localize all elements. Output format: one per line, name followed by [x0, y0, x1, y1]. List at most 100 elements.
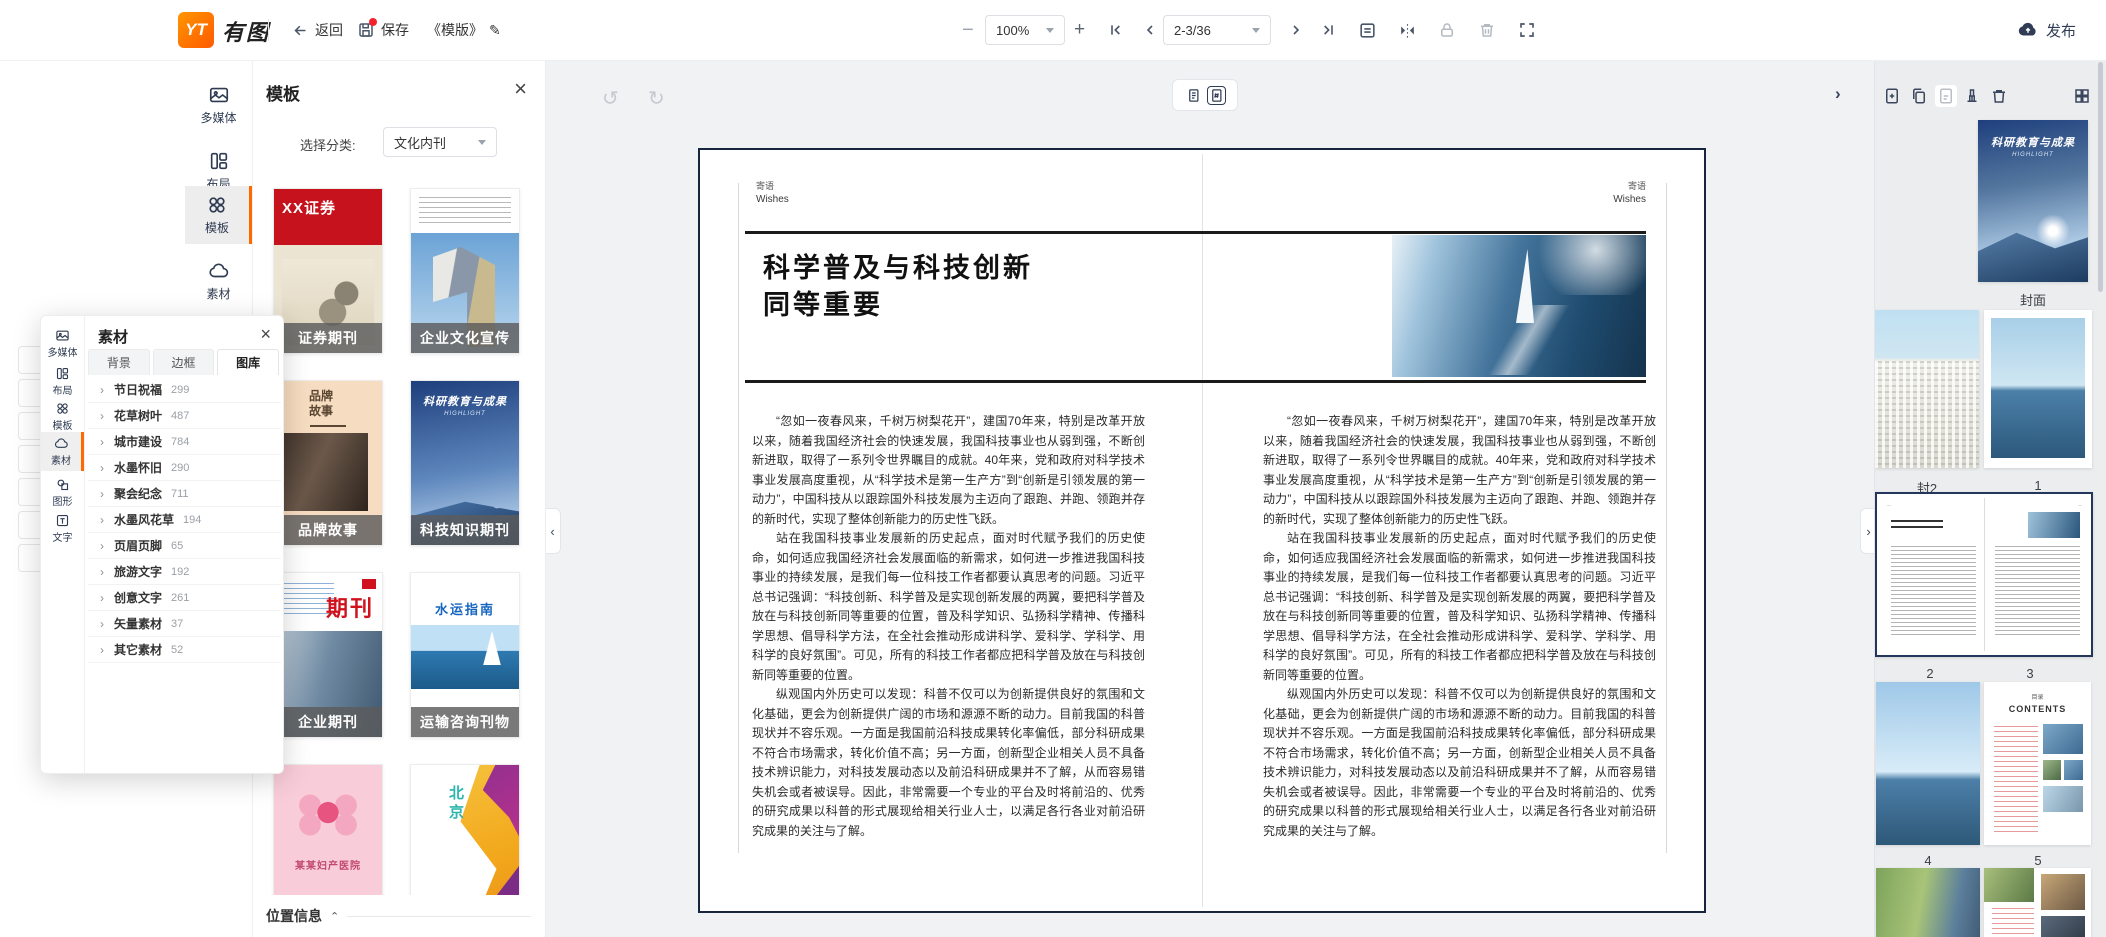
close-icon[interactable]: ×	[514, 78, 527, 100]
save-button[interactable]: 保存	[357, 0, 409, 60]
template-card[interactable]: 水运指南运输咨询刊物	[410, 572, 520, 738]
body-text-left-page[interactable]: “忽如一夜春风来，千树万树梨花开”，建国70年来，特别是改革开放以来，随着我国经…	[752, 412, 1145, 841]
template-name-label: 企业期刊	[274, 707, 382, 737]
expand-panel-icon[interactable]: ›	[1835, 84, 1841, 104]
assets-tab-inactive[interactable]: 边框	[153, 349, 215, 375]
asset-category-row[interactable]: ›花草树叶487	[88, 403, 281, 429]
assets-assets-icon	[54, 436, 69, 451]
publish-button[interactable]: 发布	[2017, 0, 2076, 60]
article-paragraph: “忽如一夜春风来，千树万树梨花开”，建国70年来，特别是改革开放以来，随着我国经…	[752, 412, 1145, 529]
next-page-button[interactable]	[1288, 0, 1304, 60]
sidebar-item-label: 素材	[206, 285, 230, 302]
page-thumbnail[interactable]: 目录CONTENTS	[1984, 682, 2091, 845]
save-icon	[357, 21, 375, 39]
back-button[interactable]: 返回	[292, 0, 343, 60]
asset-category-row[interactable]: ›水墨风花草194	[88, 507, 281, 533]
view-mode-toggle	[1172, 79, 1238, 111]
template-card[interactable]: XX证券证券期刊	[273, 188, 383, 354]
zoom-out-button[interactable]: −	[962, 0, 974, 60]
sidebar-item-template[interactable]: 模板	[185, 186, 252, 244]
page-thumbnail-partial[interactable]	[1984, 868, 2091, 937]
app-logo[interactable]: YT	[178, 12, 214, 48]
asset-category-name: 旅游文字	[114, 563, 162, 580]
editor-canvas[interactable]: ↺ ↻ › ‹ › 寄语 Wishes 寄语 Wishes	[545, 60, 1875, 937]
template-card[interactable]: 企业文化宣传	[410, 188, 520, 354]
page-thumbnail[interactable]	[1876, 682, 1980, 845]
page-indicator-select[interactable]: 2-3/36	[1163, 15, 1271, 45]
page-thumb-label[interactable]: 4	[1924, 853, 1931, 868]
assets-sidebar-item-text[interactable]: 文字	[41, 509, 84, 548]
template-card[interactable]: 品牌 故事品牌故事	[273, 380, 383, 546]
assets-sidebar-item-assets[interactable]: 素材	[41, 432, 84, 471]
page-thumb-label[interactable]: 2	[1926, 666, 1933, 681]
zoom-in-button[interactable]: +	[1074, 0, 1085, 60]
header-en: Wishes	[756, 193, 789, 206]
asset-category-row[interactable]: ›旅游文字192	[88, 559, 281, 585]
assets-sidebar-item-shape[interactable]: 图形	[41, 473, 84, 512]
asset-category-row[interactable]: ›页眉页脚65	[88, 533, 281, 559]
asset-category-count: 37	[171, 618, 183, 630]
undo-icon[interactable]: ↺	[602, 86, 619, 111]
sidebar-item-media[interactable]: 多媒体	[185, 76, 252, 134]
chevron-right-icon: ›	[100, 513, 104, 527]
collapse-up-icon[interactable]: ⌃	[330, 910, 339, 923]
template-card[interactable]: 北京	[410, 764, 520, 895]
category-label: 选择分类:	[300, 135, 356, 154]
redo-icon[interactable]: ↻	[648, 86, 665, 111]
prev-page-button[interactable]	[1142, 0, 1158, 60]
last-page-button[interactable]	[1320, 0, 1336, 60]
article-title[interactable]: 科学普及与科技创新 同等重要	[763, 250, 1033, 324]
sun-glare	[1526, 235, 1646, 295]
template-card[interactable]: 某某妇产医院	[273, 764, 383, 895]
assets-tab-active[interactable]: 图库	[217, 349, 279, 375]
sailboat-photo[interactable]	[1392, 235, 1646, 377]
asset-category-count: 290	[171, 462, 189, 474]
page-thumbnail[interactable]	[1984, 310, 2092, 468]
page-thumbnail-cover[interactable]: 科研教育与成果HIGHLIGHT	[1978, 120, 2088, 282]
lock-icon[interactable]	[1438, 0, 1456, 60]
add-page-icon[interactable]	[1358, 0, 1377, 60]
asset-category-row[interactable]: ›节日祝福299	[88, 377, 281, 403]
zoom-select[interactable]: 100%	[985, 15, 1065, 45]
asset-category-row[interactable]: ›聚会纪念711	[88, 481, 281, 507]
asset-category-row[interactable]: ›城市建设784	[88, 429, 281, 455]
category-select[interactable]: 文化内刊	[383, 127, 497, 157]
spread-view-icon[interactable]	[1209, 88, 1224, 103]
page-thumb-label[interactable]: 封面	[2020, 290, 2046, 309]
page-thumbnail[interactable]	[1875, 310, 1979, 468]
article-title-line2: 同等重要	[763, 287, 1033, 324]
trash-icon[interactable]	[1478, 0, 1496, 60]
asset-category-row[interactable]: ›水墨怀旧290	[88, 455, 281, 481]
page-thumb-label[interactable]: 3	[2026, 666, 2033, 681]
fullscreen-icon[interactable]	[1518, 0, 1536, 60]
page-thumb-label[interactable]: 1	[2034, 478, 2041, 493]
assets-layout-icon	[55, 366, 70, 381]
asset-category-row[interactable]: ›矢量素材37	[88, 611, 281, 637]
template-card[interactable]: 科研教育与成果HIGHLIGHT科技知识期刊	[410, 380, 520, 546]
collapse-left-panel-icon[interactable]: ‹	[545, 508, 561, 554]
asset-category-row[interactable]: ›创意文字261	[88, 585, 281, 611]
template-card[interactable]: 期刊企业期刊	[273, 572, 383, 738]
body-text-right-page[interactable]: “忽如一夜春风来，千树万树梨花开”，建国70年来，特别是改革开放以来，随着我国经…	[1263, 412, 1656, 841]
unsaved-badge	[369, 18, 377, 26]
asset-category-row[interactable]: ›其它素材52	[88, 637, 281, 663]
assets-tab-inactive[interactable]: 背景	[88, 349, 150, 375]
template-cover-title: XX证券	[282, 197, 336, 218]
sidebar-item-assets[interactable]: 素材	[185, 252, 252, 310]
asset-category-count: 192	[171, 566, 189, 578]
document-spread[interactable]: 寄语 Wishes 寄语 Wishes 科学普及与科技创新 同等重要 “忽如一夜…	[698, 148, 1706, 913]
edit-title-icon[interactable]: ✎	[489, 22, 501, 39]
assets-sidebar-item-media[interactable]: 多媒体	[41, 324, 84, 363]
page-thumbnail-partial[interactable]	[1876, 868, 1980, 937]
brand-name: 有图	[222, 15, 270, 47]
page-thumb-label[interactable]: 5	[2034, 853, 2041, 868]
first-page-button[interactable]	[1108, 0, 1124, 60]
close-icon[interactable]: ×	[260, 324, 271, 345]
collapse-right-panel-icon[interactable]: ›	[1860, 508, 1875, 554]
category-value: 文化内刊	[394, 133, 446, 152]
page-thumbnail-selected[interactable]: ——	[1875, 492, 2093, 657]
assets-sidebar-item-layout[interactable]: 布局	[41, 362, 84, 401]
assets-sidebar-item-template[interactable]: 模板	[41, 397, 84, 436]
mirror-split-icon[interactable]	[1398, 0, 1417, 60]
single-page-view-icon[interactable]	[1186, 88, 1201, 103]
